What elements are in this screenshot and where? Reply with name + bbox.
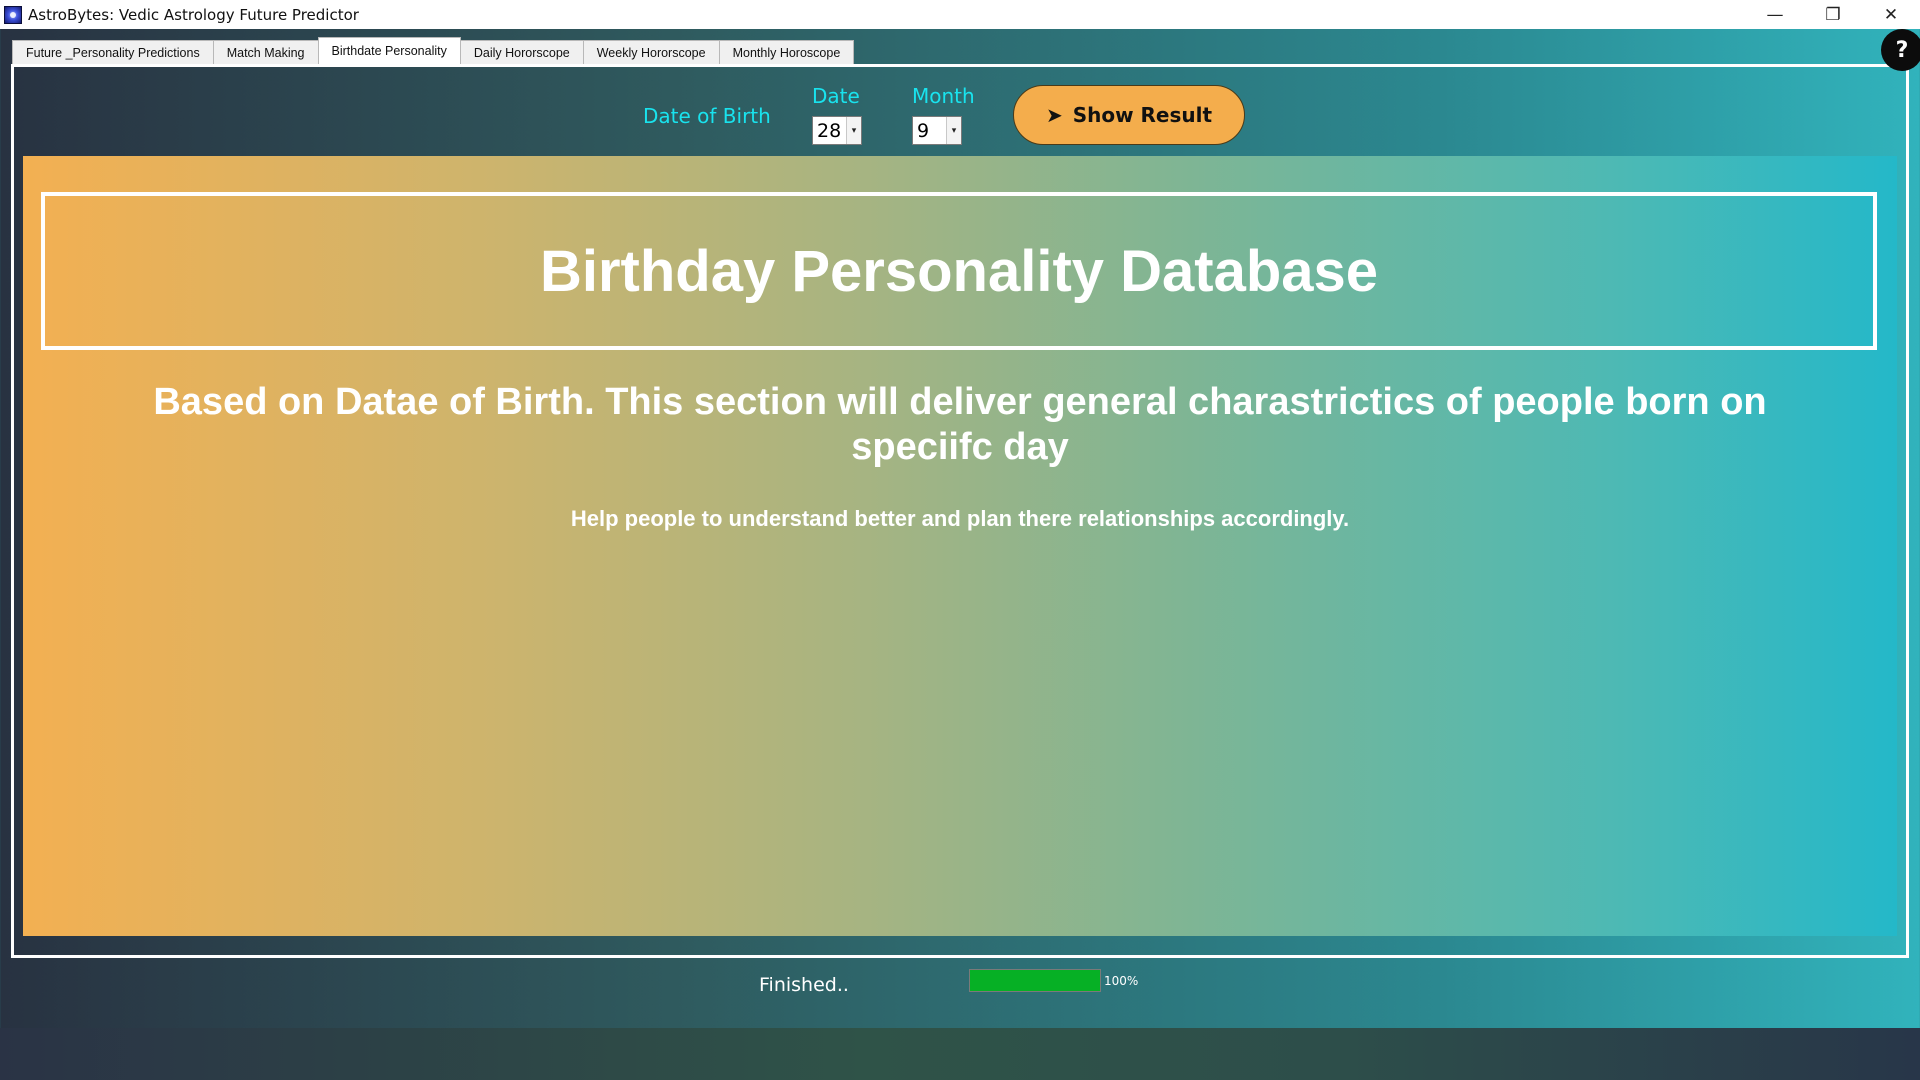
month-spinbox[interactable]: 9 ▾	[912, 116, 962, 145]
tab-match-making[interactable]: Match Making	[212, 40, 319, 64]
window-controls: — ❐ ✕	[1746, 0, 1920, 29]
restore-icon[interactable]: ❐	[1804, 0, 1862, 29]
date-value: 28	[817, 119, 842, 142]
section-description: Based on Datae of Birth. This section wi…	[153, 381, 1767, 468]
app-icon	[4, 5, 22, 24]
month-label: Month	[912, 84, 975, 108]
section-note: Help people to understand better and pla…	[570, 506, 1350, 531]
tab-daily-horoscope[interactable]: Daily Hororscope	[459, 40, 584, 64]
date-spinbox[interactable]: 28 ▾	[812, 116, 862, 145]
minimize-icon[interactable]: —	[1746, 0, 1804, 29]
chevron-down-icon[interactable]: ▾	[846, 117, 861, 144]
date-of-birth-label: Date of Birth	[643, 104, 771, 128]
heading-box: Birthday Personality Database	[41, 192, 1877, 350]
window-title: AstroBytes: Vedic Astrology Future Predi…	[28, 5, 359, 24]
help-button[interactable]: ?	[1881, 29, 1920, 71]
tab-weekly-horoscope[interactable]: Weekly Hororscope	[582, 40, 720, 64]
month-value: 9	[917, 119, 930, 142]
tab-bar: Future _Personality Predictions Match Ma…	[12, 37, 855, 64]
content-panel: Birthday Personality Database Based on D…	[23, 156, 1897, 936]
show-result-button[interactable]: ➤ Show Result	[1013, 85, 1245, 145]
progress-bar	[969, 969, 1101, 992]
progress-fill	[970, 970, 1100, 991]
show-result-label: Show Result	[1072, 103, 1213, 127]
tab-birthdate-personality[interactable]: Birthdate Personality	[317, 37, 461, 64]
progress-percent-label: 100%	[1104, 974, 1139, 988]
bottom-strip	[0, 1028, 1920, 1080]
arrow-right-icon: ➤	[1045, 103, 1063, 127]
date-label: Date	[812, 84, 860, 108]
title-bar: AstroBytes: Vedic Astrology Future Predi…	[0, 0, 1920, 29]
status-text: Finished..	[759, 974, 849, 996]
tab-future-personality-predictions[interactable]: Future _Personality Predictions	[12, 40, 214, 64]
chevron-down-icon[interactable]: ▾	[946, 117, 961, 144]
page-heading: Birthday Personality Database	[539, 238, 1379, 304]
close-icon[interactable]: ✕	[1862, 0, 1920, 29]
tab-monthly-horoscope[interactable]: Monthly Horoscope	[718, 40, 855, 64]
